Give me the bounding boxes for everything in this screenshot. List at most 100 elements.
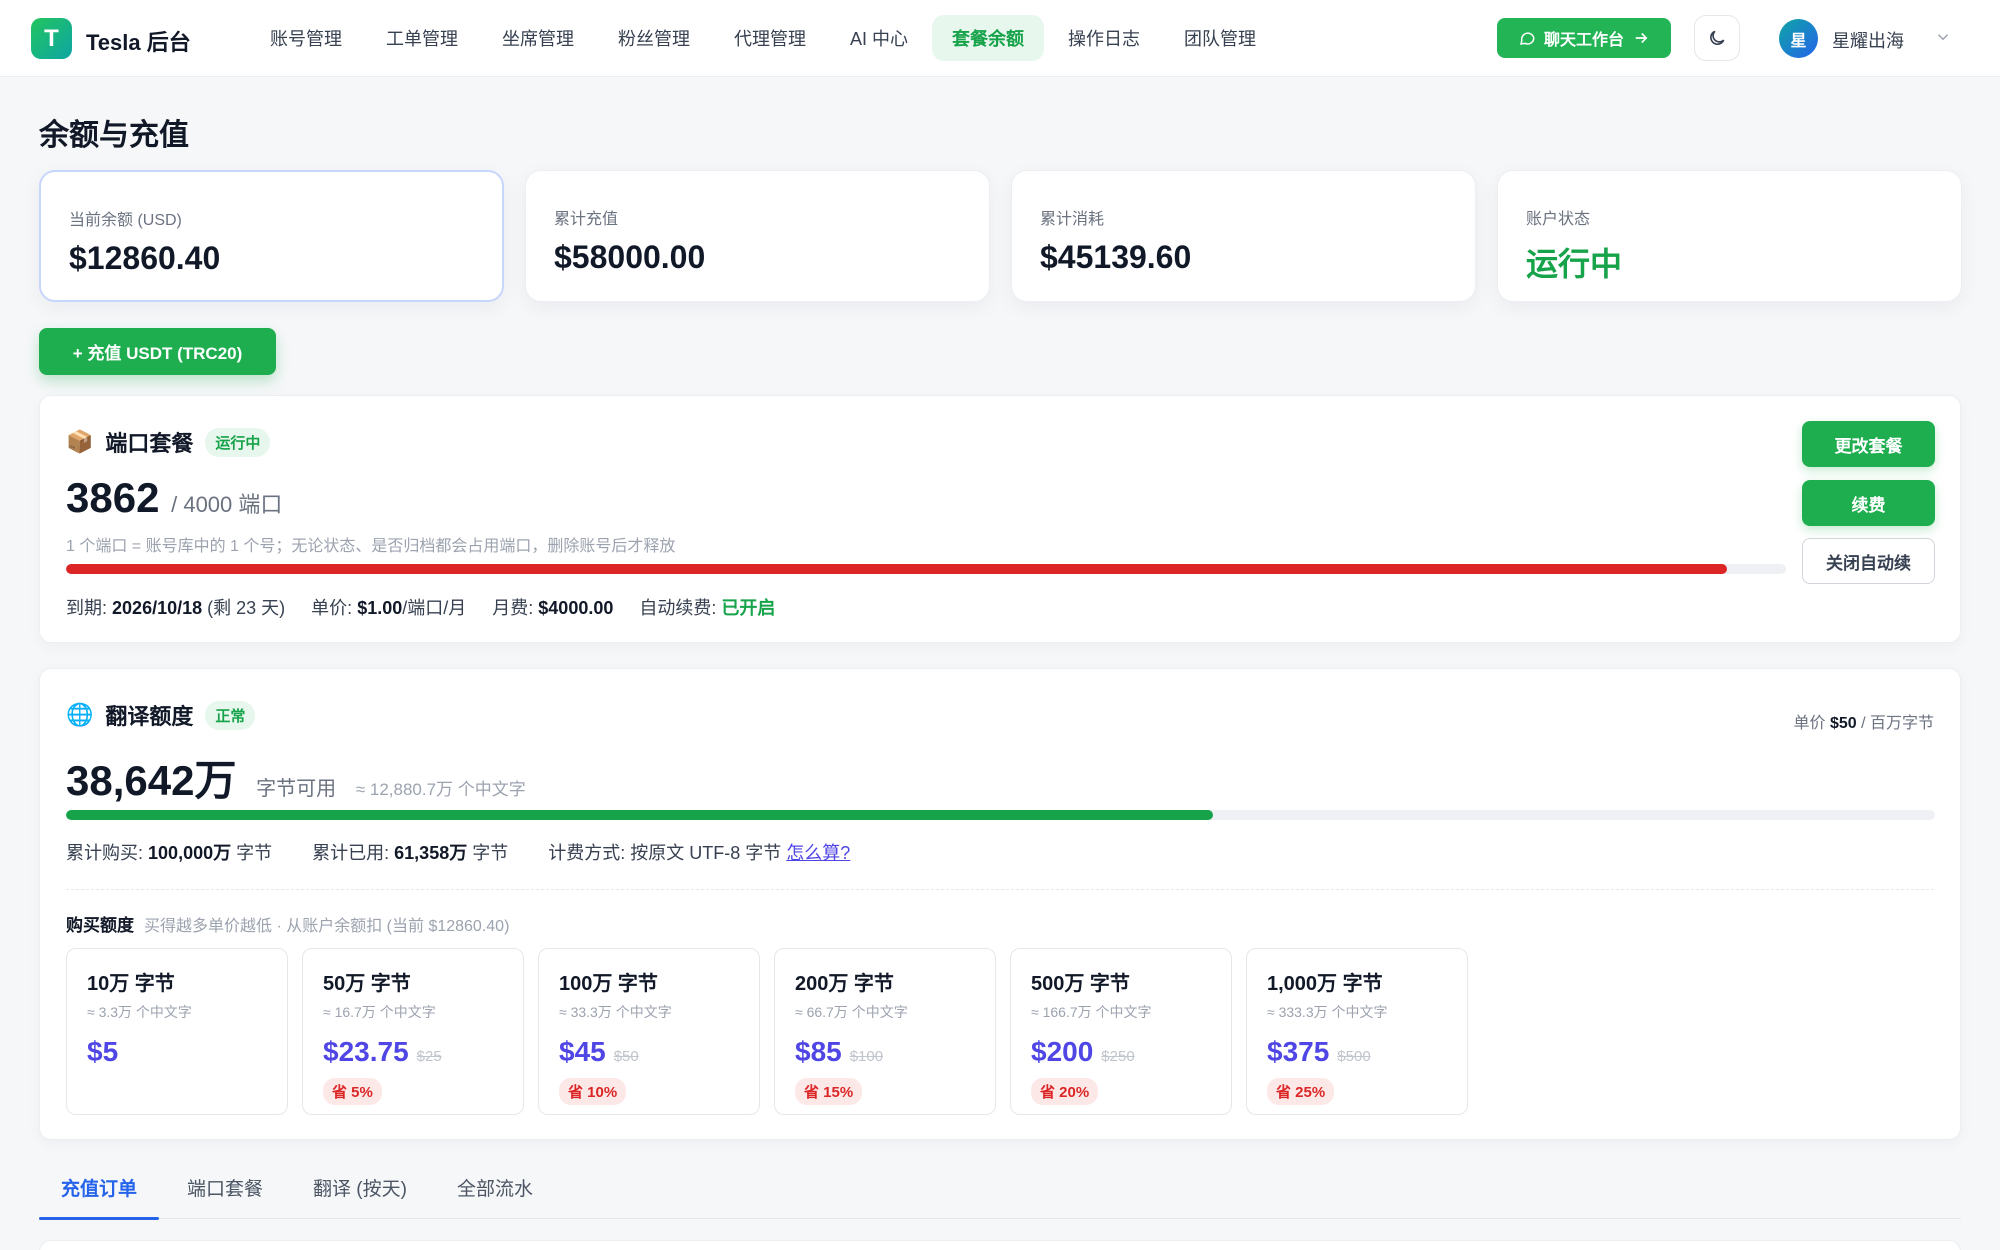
package-original-price: $100 (849, 1048, 884, 1065)
tab-port-plan[interactable]: 端口套餐 (165, 1155, 285, 1219)
history-tabs: 充值订单 端口套餐 翻译 (按天) 全部流水 (39, 1155, 1961, 1220)
package-price: $375 (1267, 1036, 1330, 1067)
translation-unit-price: 单价 $50 / 百万字节 (1793, 715, 1934, 732)
buy-quota-heading: 购买额度 买得越多单价越低 · 从账户余额扣 (当前 $12860.40) (66, 916, 510, 935)
quota-package-card[interactable]: 200万 字节 ≈ 66.7万 个中文字 $85 $100 省 15% (774, 948, 996, 1115)
translation-quota-panel: 🌐 翻译额度 正常 单价 $50 / 百万字节 38,642万 字节可用 ≈ 1… (39, 668, 1961, 1140)
package-name: 10万 字节 (87, 973, 175, 995)
quota-package-list: 10万 字节 ≈ 3.3万 个中文字 $5 50万 字节 ≈ 16.7万 个中文字 $23… (66, 948, 1468, 1115)
stat-value: 运行中 (1526, 246, 1623, 282)
translation-usage-bar-fill (66, 810, 1213, 820)
how-calculated-link[interactable]: 怎么算? (786, 843, 850, 863)
discount-badge: 省 25% (1267, 1078, 1335, 1105)
nav-item-ai-center[interactable]: AI 中心 (830, 15, 928, 61)
chevron-down-icon[interactable] (1934, 28, 1952, 46)
quota-package-card[interactable]: 10万 字节 ≈ 3.3万 个中文字 $5 (66, 948, 288, 1115)
translation-header: 🌐 翻译额度 正常 (66, 699, 256, 731)
stat-label: 累计充值 (554, 211, 619, 228)
package-price: $5 (87, 1036, 119, 1067)
tab-translation-daily[interactable]: 翻译 (按天) (291, 1155, 429, 1219)
expire-info: 到期: 2026/10/18 (剩 23 天) (66, 598, 286, 618)
available-label: 字节可用 (256, 778, 337, 800)
arrow-right-icon (1635, 32, 1648, 44)
quota-package-card[interactable]: 50万 字节 ≈ 16.7万 个中文字 $23.75 $25 省 5% (302, 948, 524, 1115)
package-price-row: $5 (87, 1036, 267, 1068)
package-approx: ≈ 66.7万 个中文字 (795, 1004, 908, 1020)
available-bytes: 38,642万 (66, 757, 237, 804)
stat-label: 账户状态 (1526, 211, 1591, 228)
package-price-row: $200 $250 (1031, 1036, 1211, 1068)
nav-item-operation-log[interactable]: 操作日志 (1048, 15, 1160, 61)
package-approx: ≈ 333.3万 个中文字 (1267, 1004, 1388, 1020)
theme-toggle-button[interactable] (1694, 15, 1740, 61)
stat-value: $58000.00 (554, 239, 706, 275)
stat-card-account-status: 账户状态 运行中 (1497, 170, 1962, 302)
port-usage-bar-fill (66, 564, 1727, 574)
package-price-row: $23.75 $25 (323, 1036, 503, 1068)
package-approx: ≈ 16.7万 个中文字 (323, 1004, 436, 1020)
package-name: 100万 字节 (559, 973, 658, 995)
stat-value: $12860.40 (69, 240, 221, 276)
main-nav: 账号管理 工单管理 坐席管理 粉丝管理 代理管理 AI 中心 套餐余额 操作日志… (250, 15, 1280, 61)
nav-item-fans[interactable]: 粉丝管理 (598, 15, 710, 61)
port-plan-title: 端口套餐 (105, 431, 194, 456)
package-original-price: $250 (1101, 1048, 1135, 1065)
package-original-price: $500 (1337, 1048, 1371, 1065)
translation-title: 翻译额度 (105, 704, 194, 729)
status-badge: 运行中 (205, 427, 271, 457)
port-plan-header: 📦 端口套餐 运行中 (66, 426, 271, 458)
nav-item-plan-balance[interactable]: 套餐余额 (932, 15, 1045, 61)
chat-bubble-icon (1519, 32, 1535, 45)
package-approx: ≈ 33.3万 个中文字 (559, 1004, 672, 1020)
package-approx: ≈ 166.7万 个中文字 (1031, 1004, 1152, 1020)
stat-card-balance: 当前余额 (USD) $12860.40 (39, 170, 504, 302)
package-price-row: $45 $50 (559, 1036, 739, 1068)
discount-badge: 省 15% (795, 1078, 863, 1105)
port-total: / 4000 端口 (171, 492, 283, 517)
disable-auto-renew-button[interactable]: 关闭自动续 (1802, 538, 1935, 584)
brand-name[interactable]: Tesla 后台 (86, 25, 191, 57)
port-used: 3862 (66, 474, 160, 521)
discount-badge: 省 10% (559, 1078, 627, 1105)
translation-meta-row: 累计购买: 100,000万 字节 累计已用: 61,358万 字节 计费方式:… (66, 839, 850, 865)
package-approx: ≈ 3.3万 个中文字 (87, 1004, 192, 1020)
used-info: 累计已用: 61,358万 字节 (312, 843, 509, 863)
tab-recharge-orders[interactable]: 充值订单 (39, 1155, 160, 1220)
tab-all-transactions[interactable]: 全部流水 (435, 1155, 555, 1219)
divider (66, 889, 1934, 890)
monthly-fee-info: 月费: $4000.00 (492, 598, 614, 618)
nav-item-agents[interactable]: 代理管理 (714, 15, 826, 61)
package-price-row: $375 $500 (1267, 1036, 1447, 1068)
page-title: 余额与充值 (39, 119, 189, 152)
tab-content-panel (39, 1240, 1961, 1250)
port-plan-panel: 📦 端口套餐 运行中 3862 / 4000 端口 1 个端口 = 账号库中的 … (39, 395, 1961, 643)
billing-info: 计费方式: 按原文 UTF-8 字节 怎么算? (548, 843, 851, 863)
available-approx: ≈ 12,880.7万 个中文字 (355, 780, 526, 799)
stat-value: $45139.60 (1040, 239, 1192, 275)
package-original-price: $50 (613, 1048, 639, 1065)
recharge-usdt-button[interactable]: + 充值 USDT (TRC20) (39, 328, 276, 375)
change-plan-button[interactable]: 更改套餐 (1802, 421, 1935, 467)
package-price: $23.75 (323, 1036, 409, 1067)
nav-item-team[interactable]: 团队管理 (1164, 15, 1276, 61)
chat-workbench-label: 聊天工作台 (1543, 32, 1624, 49)
chat-workbench-button[interactable]: 聊天工作台 (1497, 18, 1671, 58)
avatar[interactable]: 星 (1779, 19, 1818, 58)
quota-package-card[interactable]: 500万 字节 ≈ 166.7万 个中文字 $200 $250 省 20% (1010, 948, 1232, 1115)
package-price: $45 (559, 1036, 606, 1067)
package-name: 1,000万 字节 (1267, 973, 1383, 995)
quota-package-card[interactable]: 1,000万 字节 ≈ 333.3万 个中文字 $375 $500 省 25% (1246, 948, 1468, 1115)
user-name[interactable]: 星耀出海 (1832, 27, 1904, 53)
port-usage-bar (66, 564, 1786, 574)
top-navbar: T Tesla 后台 账号管理 工单管理 坐席管理 粉丝管理 代理管理 AI 中… (0, 0, 2000, 77)
translation-usage-bar (66, 810, 1935, 820)
app-logo[interactable]: T (31, 18, 72, 59)
nav-item-tickets[interactable]: 工单管理 (366, 15, 478, 61)
auto-renew-info: 自动续费: 已开启 (639, 598, 776, 618)
discount-badge: 省 5% (323, 1078, 382, 1105)
quota-package-card[interactable]: 100万 字节 ≈ 33.3万 个中文字 $45 $50 省 10% (538, 948, 760, 1115)
nav-item-accounts[interactable]: 账号管理 (250, 15, 362, 61)
renew-button[interactable]: 续费 (1802, 480, 1935, 526)
nav-item-seats[interactable]: 坐席管理 (482, 15, 594, 61)
package-name: 50万 字节 (323, 973, 411, 995)
